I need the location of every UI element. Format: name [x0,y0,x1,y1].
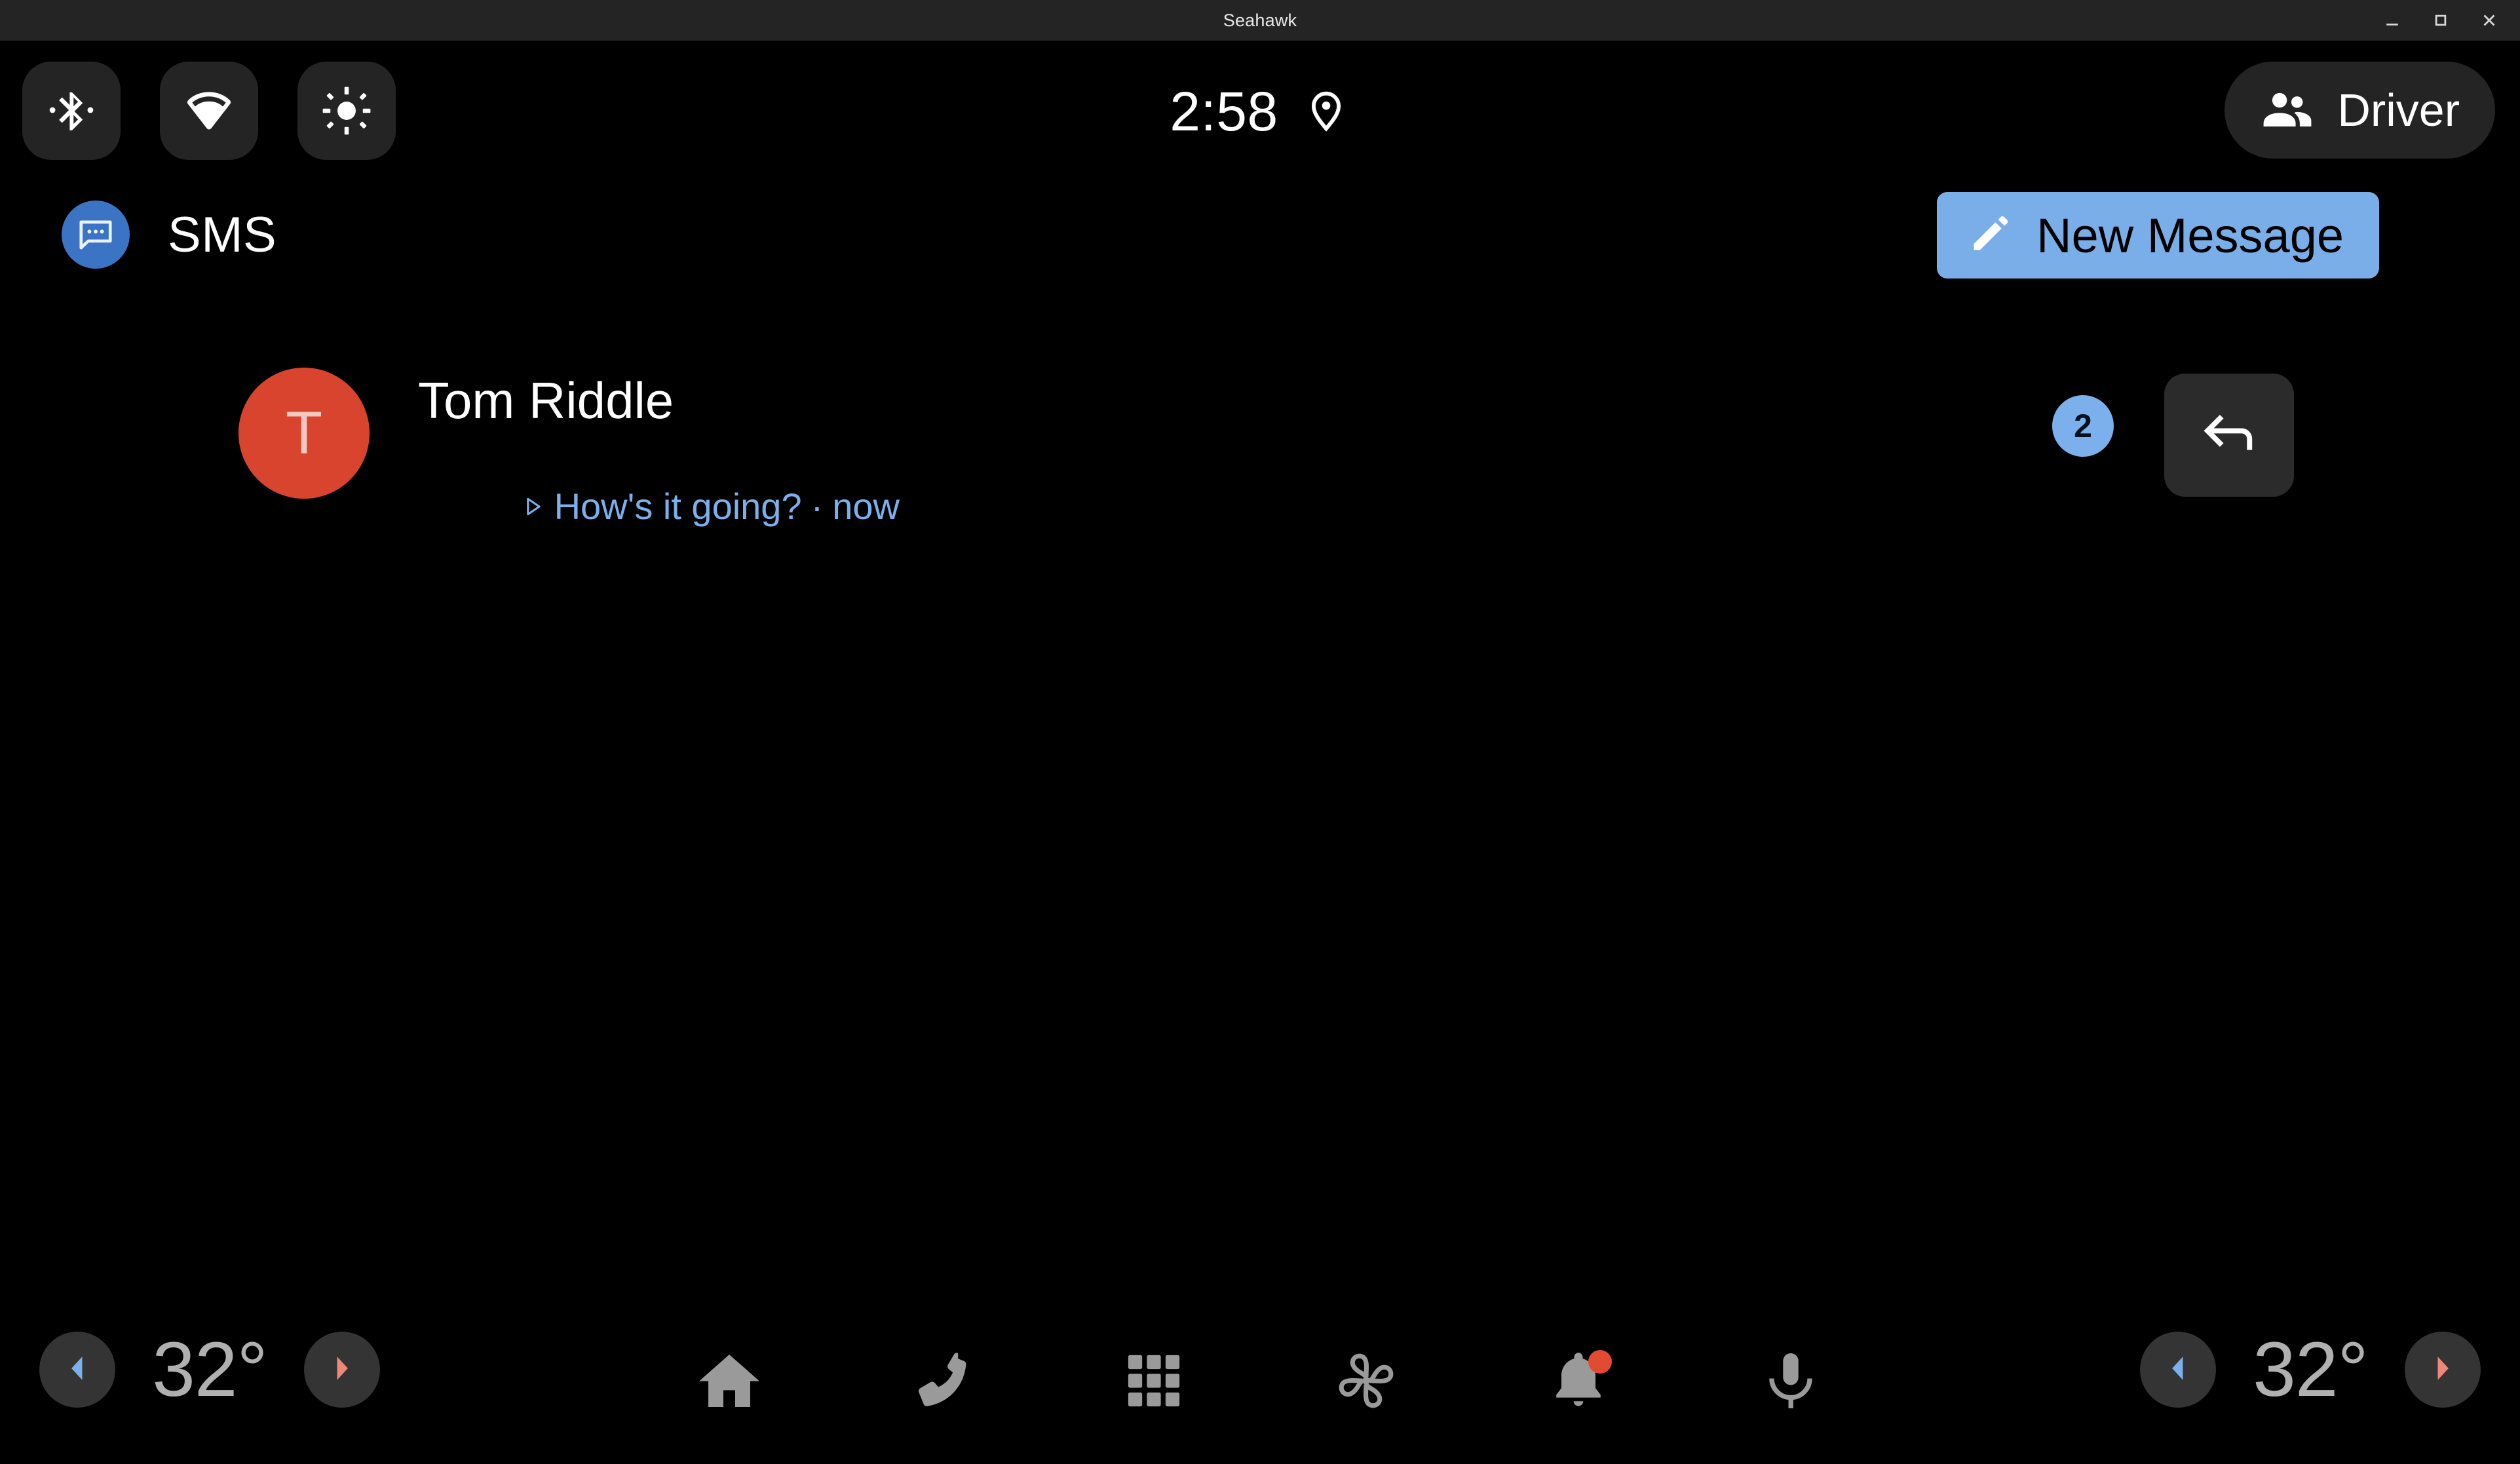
microphone-icon [1757,1347,1825,1418]
reply-button[interactable] [2164,374,2294,497]
home-icon [694,1345,765,1419]
location-pin-icon [1302,86,1350,138]
wifi-icon [183,85,235,136]
avatar: T [239,368,370,499]
bottom-nav-bar: 32° 32° [0,1300,2520,1464]
window-controls [2368,0,2513,41]
play-triangle-icon [418,442,545,570]
brightness-toggle-button[interactable] [297,62,396,160]
status-badge: 2 [2052,395,2114,457]
passenger-temp-value: 32° [2253,1326,2368,1413]
preview-separator: · [811,485,824,527]
car-status-bar: 2:58 Driver [0,41,2520,182]
minimize-button[interactable] [2368,0,2416,41]
new-message-label: New Message [2036,208,2344,263]
apps-button[interactable] [1105,1333,1203,1431]
conversation-list: T Tom Riddle How's it going? · now 2 [0,357,2520,527]
page-title: SMS [168,206,277,263]
passenger-temp-increase-button[interactable] [2405,1332,2481,1408]
chevron-right-icon [2424,1350,2461,1390]
close-button[interactable] [2465,0,2513,41]
passenger-temp-decrease-button[interactable] [2140,1332,2216,1408]
contact-name: Tom Riddle [418,372,674,429]
status-clock: 2:58 [1170,80,1278,142]
bluetooth-toggle-button[interactable] [22,62,121,160]
brightness-icon [321,85,372,136]
window-titlebar: Seahawk [0,0,2520,41]
avatar-initial: T [285,399,323,467]
phone-button[interactable] [892,1333,991,1431]
quick-toggles-group [22,62,396,160]
maximize-icon [2431,10,2451,30]
pencil-icon [1967,211,2013,260]
passenger-temperature-control: 32° [2140,1325,2481,1414]
message-preview-text: How's it going? [554,485,802,527]
climate-button[interactable] [1317,1333,1415,1431]
minimize-icon [2382,10,2402,30]
reply-arrow-icon [2196,401,2262,470]
list-item[interactable]: T Tom Riddle How's it going? · now 2 [0,357,2520,527]
phone-icon [906,1345,977,1419]
sms-chat-bubble-icon [62,201,130,269]
notification-badge-dot [1588,1350,1612,1374]
notifications-button[interactable] [1529,1333,1628,1431]
driver-profile-button[interactable]: Driver [2224,62,2495,159]
voice-assistant-button[interactable] [1742,1333,1840,1431]
bluetooth-icon [46,85,97,136]
new-message-button[interactable]: New Message [1937,192,2379,279]
chevron-left-icon [2160,1350,2196,1390]
driver-profile-label: Driver [2337,85,2460,136]
maximize-button[interactable] [2416,0,2465,41]
people-icon [2260,81,2315,140]
wifi-toggle-button[interactable] [160,62,258,160]
conversation-text-block: Tom Riddle How's it going? · now [418,374,900,570]
window-title: Seahawk [1223,10,1297,30]
app-identity: SMS [62,201,277,269]
sms-app-header: SMS New Message [0,182,2520,313]
home-button[interactable] [680,1333,778,1431]
fan-climate-icon [1330,1345,1402,1420]
message-timestamp: now [832,485,900,527]
close-icon [2479,10,2499,30]
message-preview-row: How's it going? · now [418,442,900,570]
apps-grid-icon [1120,1347,1187,1417]
